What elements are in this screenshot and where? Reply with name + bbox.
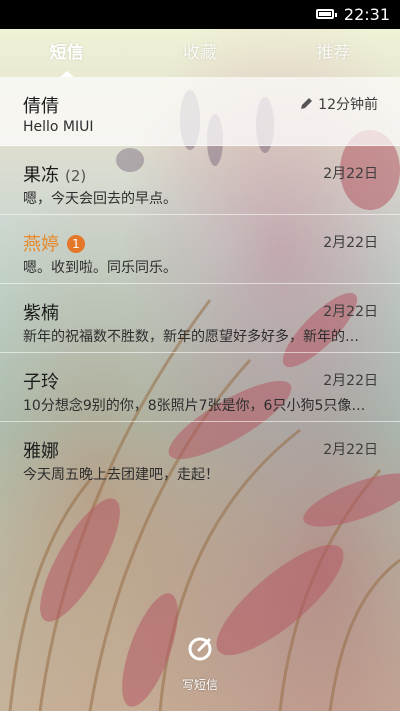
conversation-row[interactable]: 果冻 (2) 2月22日 嗯，今天会回去的早点。 xyxy=(0,146,400,215)
message-preview: 嗯，今天会回去的早点。 xyxy=(23,191,177,207)
message-preview: 新年的祝福数不胜数，新年的愿望好多好多，新年的… xyxy=(23,329,359,345)
contact-name-wrap: 燕婷 1 xyxy=(23,230,85,256)
message-time: 2月22日 xyxy=(323,373,378,389)
contact-name: 雅娜 xyxy=(23,441,59,462)
conversation-row[interactable]: 雅娜 2月22日 今天周五晚上去团建吧，走起！ xyxy=(0,422,400,491)
compose-button[interactable]: 写短信 xyxy=(172,636,228,696)
compose-label: 写短信 xyxy=(181,678,218,692)
contact-name-wrap: 果冻 (2) xyxy=(23,161,86,187)
message-time: 2月22日 xyxy=(323,304,378,320)
message-time: 2月22日 xyxy=(323,235,378,251)
message-time: 2月22日 xyxy=(323,442,378,458)
message-time: 2月22日 xyxy=(323,166,378,182)
contact-name: 倩倩 xyxy=(23,96,59,117)
contact-name: 子玲 xyxy=(23,372,59,393)
battery-icon xyxy=(316,9,337,19)
tab-favorites-label: 收藏 xyxy=(182,43,217,63)
conversation-row[interactable]: 倩倩 12分钟前 Hello MIUI xyxy=(0,77,400,146)
conversation-row[interactable]: 子玲 2月22日 10分想念9别的你，8张照片7张是你，6只小狗5只像… xyxy=(0,353,400,422)
compose-icon xyxy=(188,637,212,661)
status-time: 22:31 xyxy=(343,5,390,24)
message-preview: 10分想念9别的你，8张照片7张是你，6只小狗5只像… xyxy=(23,398,366,414)
tab-sms[interactable]: 短信 xyxy=(0,29,133,77)
message-time: 12分钟前 xyxy=(318,97,378,113)
message-count: (2) xyxy=(65,167,87,185)
conversation-row[interactable]: 紫楠 2月22日 新年的祝福数不胜数，新年的愿望好多好多，新年的… xyxy=(0,284,400,353)
contact-name: 燕婷 xyxy=(23,234,59,255)
message-preview: 今天周五晚上去团建吧，走起！ xyxy=(23,467,219,483)
tab-favorites[interactable]: 收藏 xyxy=(133,29,266,77)
conversation-row[interactable]: 燕婷 1 2月22日 嗯。收到啦。同乐同乐。 xyxy=(0,215,400,284)
message-preview: Hello MIUI xyxy=(23,119,94,135)
status-bar: 22:31 xyxy=(0,0,400,29)
message-preview: 嗯。收到啦。同乐同乐。 xyxy=(23,260,177,276)
conversation-list: 倩倩 12分钟前 Hello MIUI 果冻 (2) 2月22日 嗯，今天会回去的… xyxy=(0,77,400,491)
draft-pencil-icon xyxy=(301,98,312,109)
tab-sms-label: 短信 xyxy=(49,43,84,63)
unread-badge: 1 xyxy=(67,235,85,253)
tab-recommended[interactable]: 推荐 xyxy=(267,29,400,77)
contact-name: 果冻 xyxy=(23,165,59,186)
tab-recommended-label: 推荐 xyxy=(316,43,351,63)
tab-bar: 短信 收藏 推荐 xyxy=(0,29,400,77)
sms-screen: 22:31 短信 收藏 推荐 倩倩 12分钟前 Hello MIUI 果冻 (2)… xyxy=(0,0,400,711)
contact-name: 紫楠 xyxy=(23,303,59,324)
